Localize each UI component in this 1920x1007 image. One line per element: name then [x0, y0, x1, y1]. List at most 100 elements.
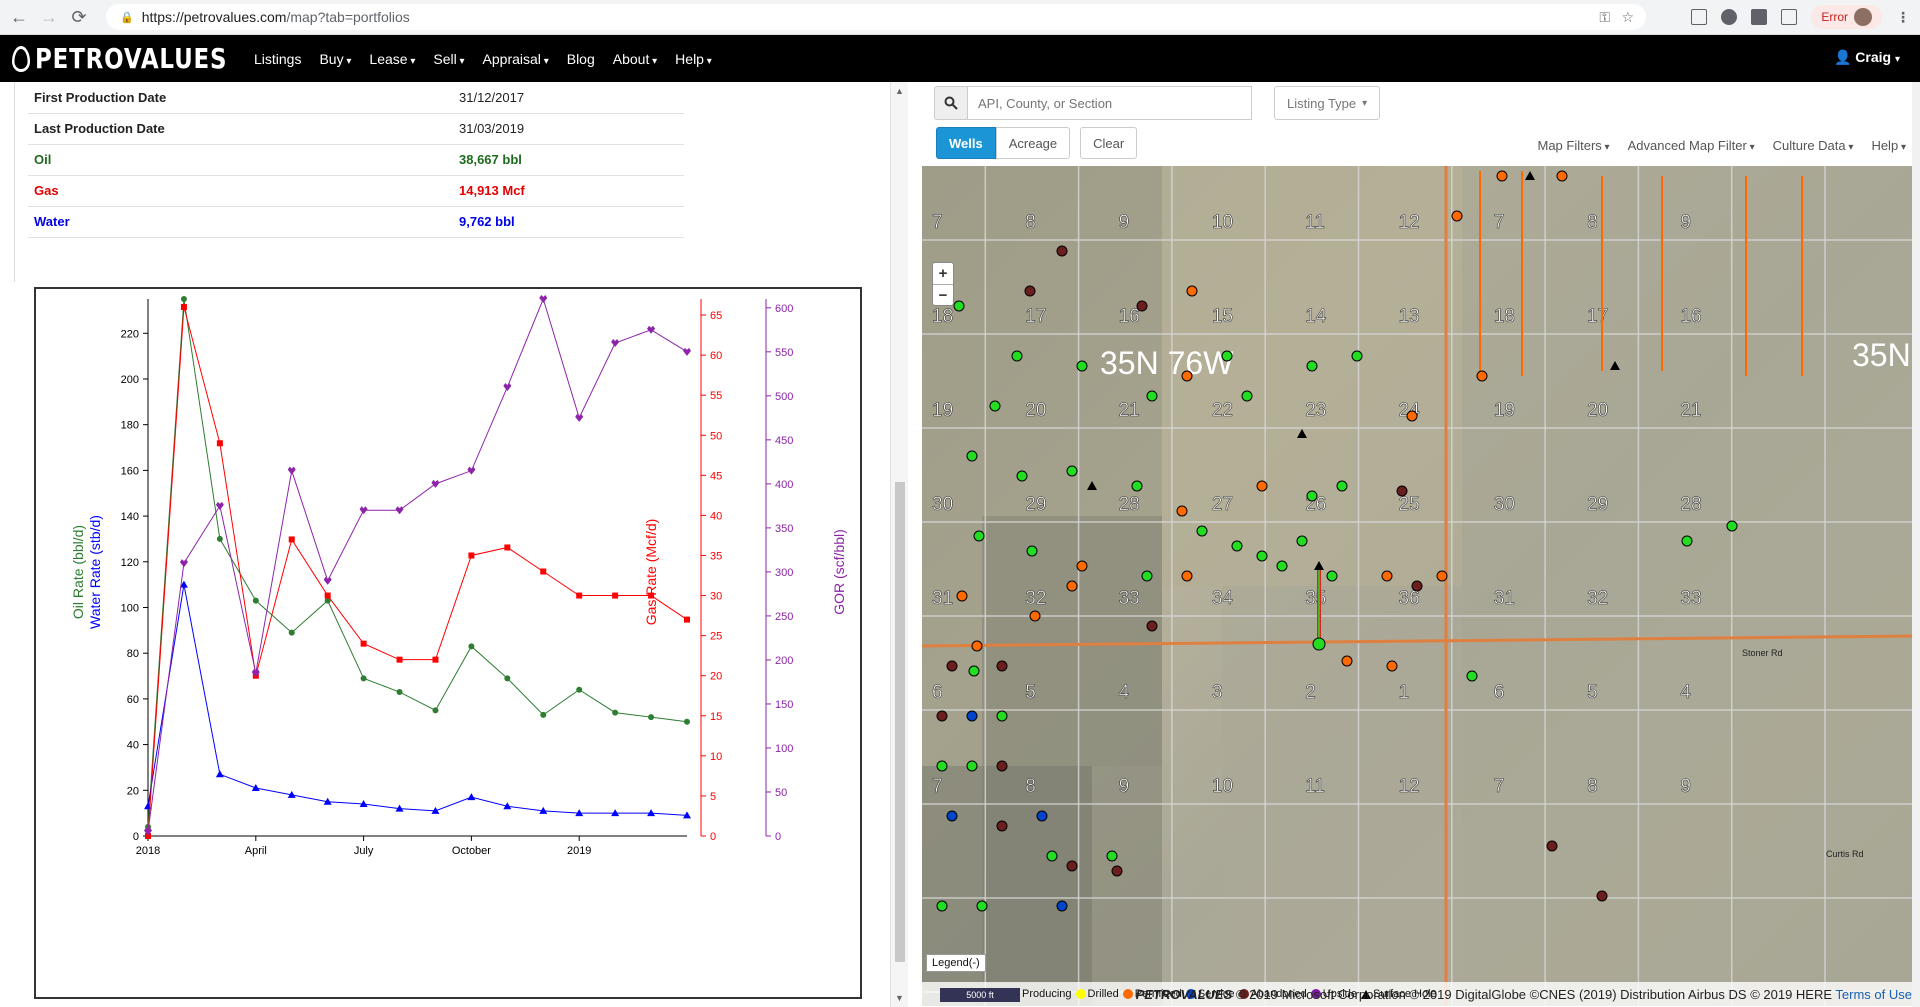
well-marker[interactable]: [1026, 545, 1038, 557]
well-marker[interactable]: [1296, 535, 1308, 547]
listing-type-dropdown[interactable]: Listing Type: [1274, 86, 1381, 120]
scroll-down-icon[interactable]: ▼: [895, 993, 904, 1003]
well-marker[interactable]: [1186, 285, 1198, 297]
tab-acreage[interactable]: Acreage: [995, 127, 1071, 159]
well-marker[interactable]: [1011, 350, 1023, 362]
well-marker[interactable]: [1136, 300, 1148, 312]
well-marker[interactable]: [1066, 860, 1078, 872]
zoom-out-icon[interactable]: −: [933, 284, 953, 306]
well-marker[interactable]: [936, 900, 948, 912]
well-marker[interactable]: [1451, 210, 1463, 222]
nav-buy[interactable]: Buy: [319, 51, 351, 67]
well-marker[interactable]: [936, 760, 948, 772]
well-marker[interactable]: [968, 665, 980, 677]
well-marker[interactable]: [1036, 810, 1048, 822]
menu-icon[interactable]: ⋮: [1896, 9, 1910, 26]
well-marker[interactable]: [1556, 170, 1568, 182]
well-marker[interactable]: [953, 300, 965, 312]
well-marker[interactable]: [973, 530, 985, 542]
key-icon[interactable]: ⚿: [1599, 9, 1610, 26]
well-marker[interactable]: [1406, 410, 1418, 422]
address-bar[interactable]: 🔒 https://petrovalues.com/map?tab=portfo…: [106, 4, 1646, 30]
well-marker[interactable]: [1056, 900, 1068, 912]
well-marker[interactable]: [1241, 390, 1253, 402]
culture-data-menu[interactable]: Culture Data: [1773, 138, 1854, 153]
map-filters-menu[interactable]: Map Filters: [1537, 138, 1609, 153]
well-marker[interactable]: [996, 660, 1008, 672]
panel-splitter[interactable]: ▲ ▼: [890, 82, 908, 1007]
well-marker[interactable]: [1066, 465, 1078, 477]
well-marker[interactable]: [996, 820, 1008, 832]
well-marker[interactable]: [1276, 560, 1288, 572]
nav-blog[interactable]: Blog: [567, 51, 595, 67]
well-marker[interactable]: [1221, 350, 1233, 362]
well-marker[interactable]: [1596, 890, 1608, 902]
tab-wells[interactable]: Wells: [936, 127, 996, 159]
well-marker[interactable]: [1016, 470, 1028, 482]
brand-logo[interactable]: PETROVALUES: [12, 42, 227, 75]
profile-error-button[interactable]: Error: [1811, 5, 1882, 29]
well-marker[interactable]: [946, 660, 958, 672]
well-marker[interactable]: [989, 400, 1001, 412]
well-marker[interactable]: [1141, 570, 1153, 582]
well-marker[interactable]: [1056, 245, 1068, 257]
well-marker[interactable]: [1231, 540, 1243, 552]
well-marker[interactable]: [971, 640, 983, 652]
well-marker[interactable]: [1076, 360, 1088, 372]
well-marker[interactable]: [1046, 850, 1058, 862]
well-marker[interactable]: [1146, 620, 1158, 632]
scrollbar-thumb[interactable]: [895, 482, 905, 962]
map-help-menu[interactable]: Help: [1871, 138, 1906, 153]
map-canvas[interactable]: 7 8 9 10 11 12 7 8 918 17 16 15 14 13 18 17 1619 20 21 22 23…: [922, 166, 1920, 1006]
well-marker[interactable]: [1726, 520, 1738, 532]
well-marker[interactable]: [1306, 360, 1318, 372]
well-marker[interactable]: [946, 810, 958, 822]
well-marker[interactable]: [936, 710, 948, 722]
zoom-in-icon[interactable]: +: [933, 263, 953, 284]
map-search-input[interactable]: [968, 86, 1252, 120]
well-marker[interactable]: [1381, 570, 1393, 582]
nav-appraisal[interactable]: Appraisal: [483, 51, 549, 67]
well-marker[interactable]: [1336, 480, 1348, 492]
well-marker[interactable]: [1351, 350, 1363, 362]
well-marker[interactable]: [1131, 480, 1143, 492]
well-marker[interactable]: [1181, 570, 1193, 582]
well-marker[interactable]: [1076, 560, 1088, 572]
scroll-up-icon[interactable]: ▲: [891, 86, 908, 96]
back-icon[interactable]: ←: [4, 2, 34, 32]
well-marker[interactable]: [976, 900, 988, 912]
well-marker[interactable]: [1029, 610, 1041, 622]
well-marker[interactable]: [1176, 505, 1188, 517]
star-icon[interactable]: ☆: [1621, 9, 1634, 26]
well-marker[interactable]: [1681, 535, 1693, 547]
extension-icon[interactable]: [1751, 9, 1768, 25]
well-marker[interactable]: [1546, 840, 1558, 852]
well-marker[interactable]: [1066, 580, 1078, 592]
user-menu[interactable]: 👤 Craig ▾: [1834, 49, 1900, 66]
well-marker[interactable]: [1181, 370, 1193, 382]
well-marker[interactable]: [1396, 485, 1408, 497]
nav-listings[interactable]: Listings: [254, 51, 301, 67]
satellite-map[interactable]: 7 8 9 10 11 12 7 8 9 18 17 16 15 14 13 18 17 16 19 20 21 22 23…: [922, 166, 1920, 1006]
search-icon[interactable]: [934, 86, 968, 120]
well-marker[interactable]: [1111, 865, 1123, 877]
forward-icon[interactable]: →: [34, 2, 64, 32]
page-scrollbar[interactable]: [1912, 82, 1920, 1007]
extension-icon[interactable]: [1781, 9, 1798, 25]
well-marker[interactable]: [996, 760, 1008, 772]
well-marker[interactable]: [1496, 170, 1508, 182]
well-marker[interactable]: [1146, 390, 1158, 402]
well-marker[interactable]: [1326, 570, 1338, 582]
well-marker[interactable]: [1256, 550, 1268, 562]
nav-sell[interactable]: Sell: [433, 51, 464, 67]
nav-help[interactable]: Help: [675, 51, 712, 67]
well-marker[interactable]: [1341, 655, 1353, 667]
well-marker[interactable]: [996, 710, 1008, 722]
well-marker[interactable]: [1306, 490, 1318, 502]
well-marker[interactable]: [1106, 850, 1118, 862]
well-marker[interactable]: [966, 450, 978, 462]
well-marker[interactable]: [966, 710, 978, 722]
terms-link[interactable]: Terms of Use: [1835, 987, 1912, 1002]
well-marker[interactable]: [1256, 480, 1268, 492]
well-marker[interactable]: [966, 760, 978, 772]
